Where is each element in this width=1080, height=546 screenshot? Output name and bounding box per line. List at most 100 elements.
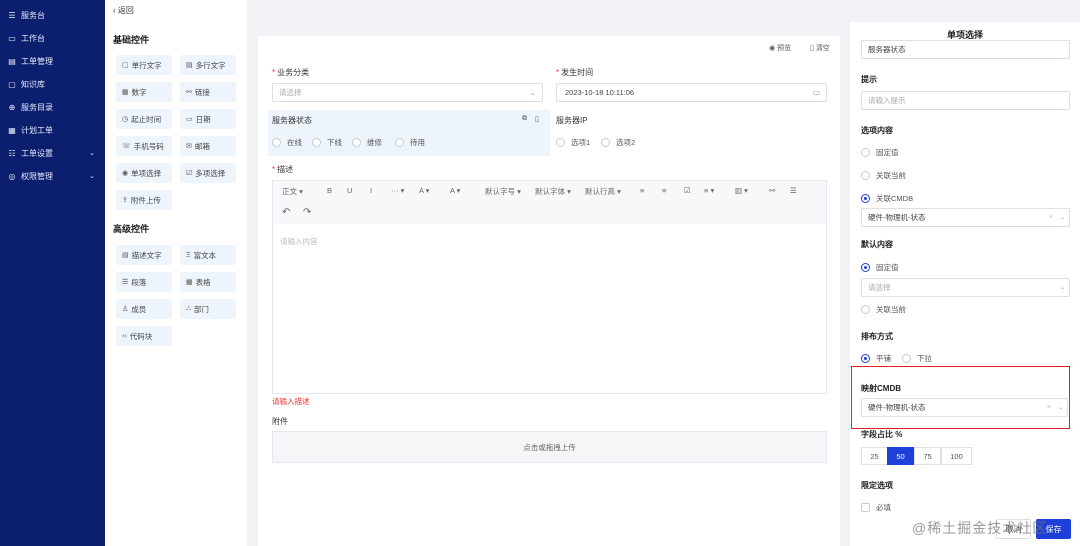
- sidebar-item[interactable]: ▢ 知识库: [0, 73, 105, 96]
- sidebar-item[interactable]: ◎ 权限管理 ⌄: [0, 165, 105, 188]
- trash-icon: ▯: [810, 45, 814, 52]
- radio-option[interactable]: 选项2: [601, 137, 635, 148]
- radio-option[interactable]: 固定值: [861, 262, 899, 273]
- radio-option[interactable]: 维修: [352, 137, 382, 148]
- editor-tool[interactable]: 默认行高 ▾: [585, 186, 621, 197]
- palette-tile[interactable]: ‹› 代码块: [116, 326, 172, 346]
- palette-tile[interactable]: ▢ 单行文字: [116, 55, 172, 75]
- palette-tile[interactable]: ⚯ 链接: [180, 82, 236, 102]
- upload-area[interactable]: 点击或拖拽上传: [272, 431, 827, 463]
- tile-label: 数字: [131, 87, 147, 97]
- sidebar-item-icon: ◎: [8, 171, 16, 181]
- tile-icon: ☰: [122, 279, 129, 286]
- palette-tile[interactable]: ▤ 多行文字: [180, 55, 236, 75]
- editor-tool[interactable]: ··· ▾: [391, 186, 404, 195]
- sidebar-item-label: 知识库: [21, 79, 45, 89]
- radio-option[interactable]: 固定值: [861, 147, 899, 158]
- delete-icon[interactable]: ▯: [535, 115, 539, 123]
- preview-button[interactable]: ◉ 预览: [769, 43, 791, 53]
- editor-tool[interactable]: ≡: [662, 186, 666, 195]
- editor-tool[interactable]: 正文 ▾: [282, 186, 303, 197]
- palette-tile[interactable]: ◉ 单项选择: [116, 163, 172, 183]
- radio-option[interactable]: 待用: [395, 137, 425, 148]
- time-picker[interactable]: 2023-10-18 10:11:06 ▭: [556, 83, 827, 102]
- palette-tile[interactable]: ◷ 起止时间: [116, 109, 172, 129]
- editor-tool[interactable]: ≡ ▾: [704, 186, 714, 195]
- radio-label: 选项1: [571, 138, 591, 147]
- radio-label: 固定值: [876, 148, 899, 157]
- palette-tile[interactable]: ☏ 手机号码: [116, 136, 172, 156]
- editor-tool[interactable]: ⚯: [769, 186, 775, 195]
- editor-tool[interactable]: ☰: [790, 186, 797, 195]
- map-cmdb-select[interactable]: 硬件-物理机-状态 × ⌄: [861, 398, 1068, 417]
- tile-icon: ▦: [186, 279, 193, 286]
- editor-tool[interactable]: A ▾: [419, 186, 429, 195]
- palette-tile[interactable]: ✉ 邮箱: [180, 136, 236, 156]
- palette-tile[interactable]: ▦ 数字: [116, 82, 172, 102]
- palette-tile[interactable]: ⇪ 附件上传: [116, 190, 172, 210]
- editor-tool[interactable]: B: [327, 186, 332, 195]
- back-link[interactable]: ‹ 返回: [113, 5, 134, 16]
- tile-icon: ▦: [122, 89, 129, 96]
- radio-option[interactable]: 关联CMDB: [861, 193, 913, 204]
- hint-input[interactable]: 请输入提示: [861, 91, 1070, 110]
- tile-icon: ◉: [122, 170, 129, 177]
- sidebar-item[interactable]: ☷ 工单设置 ⌄: [0, 142, 105, 165]
- palette-tile[interactable]: ☰ 段落: [116, 272, 172, 292]
- chevron-down-icon: ⌄: [529, 88, 536, 97]
- radio-dot: [861, 194, 870, 203]
- editor-tool[interactable]: I: [370, 186, 372, 195]
- palette-tile[interactable]: ▤ 描述文字: [116, 245, 172, 265]
- rich-text-editor[interactable]: 请输入内容: [272, 224, 827, 394]
- editor-tool[interactable]: 默认字体 ▾: [535, 186, 571, 197]
- palette-tile[interactable]: ♙ 成员: [116, 299, 172, 319]
- tile-label: 成员: [131, 304, 147, 314]
- radio-option[interactable]: 关联当前: [861, 170, 906, 181]
- redo-icon[interactable]: ↷: [303, 207, 311, 218]
- radio-label: 下拉: [917, 354, 932, 363]
- radio-label: 维修: [367, 138, 382, 147]
- ratio-option[interactable]: 75: [914, 447, 941, 465]
- editor-tool[interactable]: A ▾: [450, 186, 460, 195]
- sidebar-item[interactable]: ▦ 计划工单: [0, 119, 105, 142]
- editor-tool[interactable]: ≡: [640, 186, 644, 195]
- palette-tile[interactable]: ▦ 表格: [180, 272, 236, 292]
- radio-option[interactable]: 下线: [312, 137, 342, 148]
- sidebar-item[interactable]: ▤ 工单管理: [0, 50, 105, 73]
- radio-option[interactable]: 平铺: [861, 353, 891, 364]
- sidebar-item[interactable]: ▭ 工作台: [0, 27, 105, 50]
- options-label: 选项内容: [861, 126, 893, 135]
- radio-dot: [272, 138, 281, 147]
- sidebar-item-icon: ▢: [8, 79, 16, 89]
- required-checkbox[interactable]: 必填: [861, 502, 891, 513]
- radio-option[interactable]: 在线: [272, 137, 302, 148]
- clear-icon[interactable]: ×: [1049, 214, 1053, 221]
- radio-option[interactable]: 下拉: [902, 353, 932, 364]
- ratio-option[interactable]: 50: [887, 447, 914, 465]
- copy-icon[interactable]: ⧉: [522, 115, 527, 123]
- palette-tile[interactable]: ▭ 日期: [180, 109, 236, 129]
- editor-tool[interactable]: ☑: [684, 186, 691, 195]
- palette-tile[interactable]: ⛬ 部门: [180, 299, 236, 319]
- tile-label: 表格: [195, 277, 211, 287]
- ratio-option[interactable]: 25: [861, 447, 888, 465]
- undo-icon[interactable]: ↶: [282, 207, 290, 218]
- sidebar-item-label: 工单管理: [21, 56, 53, 66]
- sidebar-item[interactable]: ☰ 服务台: [0, 4, 105, 27]
- default-select[interactable]: 请选择 ⌄: [861, 278, 1070, 297]
- radio-option[interactable]: 选项1: [556, 137, 590, 148]
- ratio-option[interactable]: 100: [941, 447, 972, 465]
- clear-button[interactable]: ▯ 清空: [810, 43, 830, 53]
- palette-tile[interactable]: ☑ 多项选择: [180, 163, 236, 183]
- category-select[interactable]: 请选择 ⌄: [272, 83, 543, 102]
- radio-dot: [861, 263, 870, 272]
- radio-option[interactable]: 关联当前: [861, 304, 906, 315]
- sidebar-item[interactable]: ⊕ 服务目录: [0, 96, 105, 119]
- field-name-input[interactable]: 服务器状态: [861, 40, 1070, 59]
- cmdb-option-select[interactable]: 硬件-物理机-状态 × ⌄: [861, 208, 1070, 227]
- editor-tool[interactable]: 默认字号 ▾: [485, 186, 521, 197]
- editor-tool[interactable]: ▥ ▾: [735, 186, 748, 195]
- palette-tile[interactable]: Ξ 富文本: [180, 245, 236, 265]
- editor-tool[interactable]: U: [347, 186, 352, 195]
- clear-icon[interactable]: ×: [1047, 404, 1051, 411]
